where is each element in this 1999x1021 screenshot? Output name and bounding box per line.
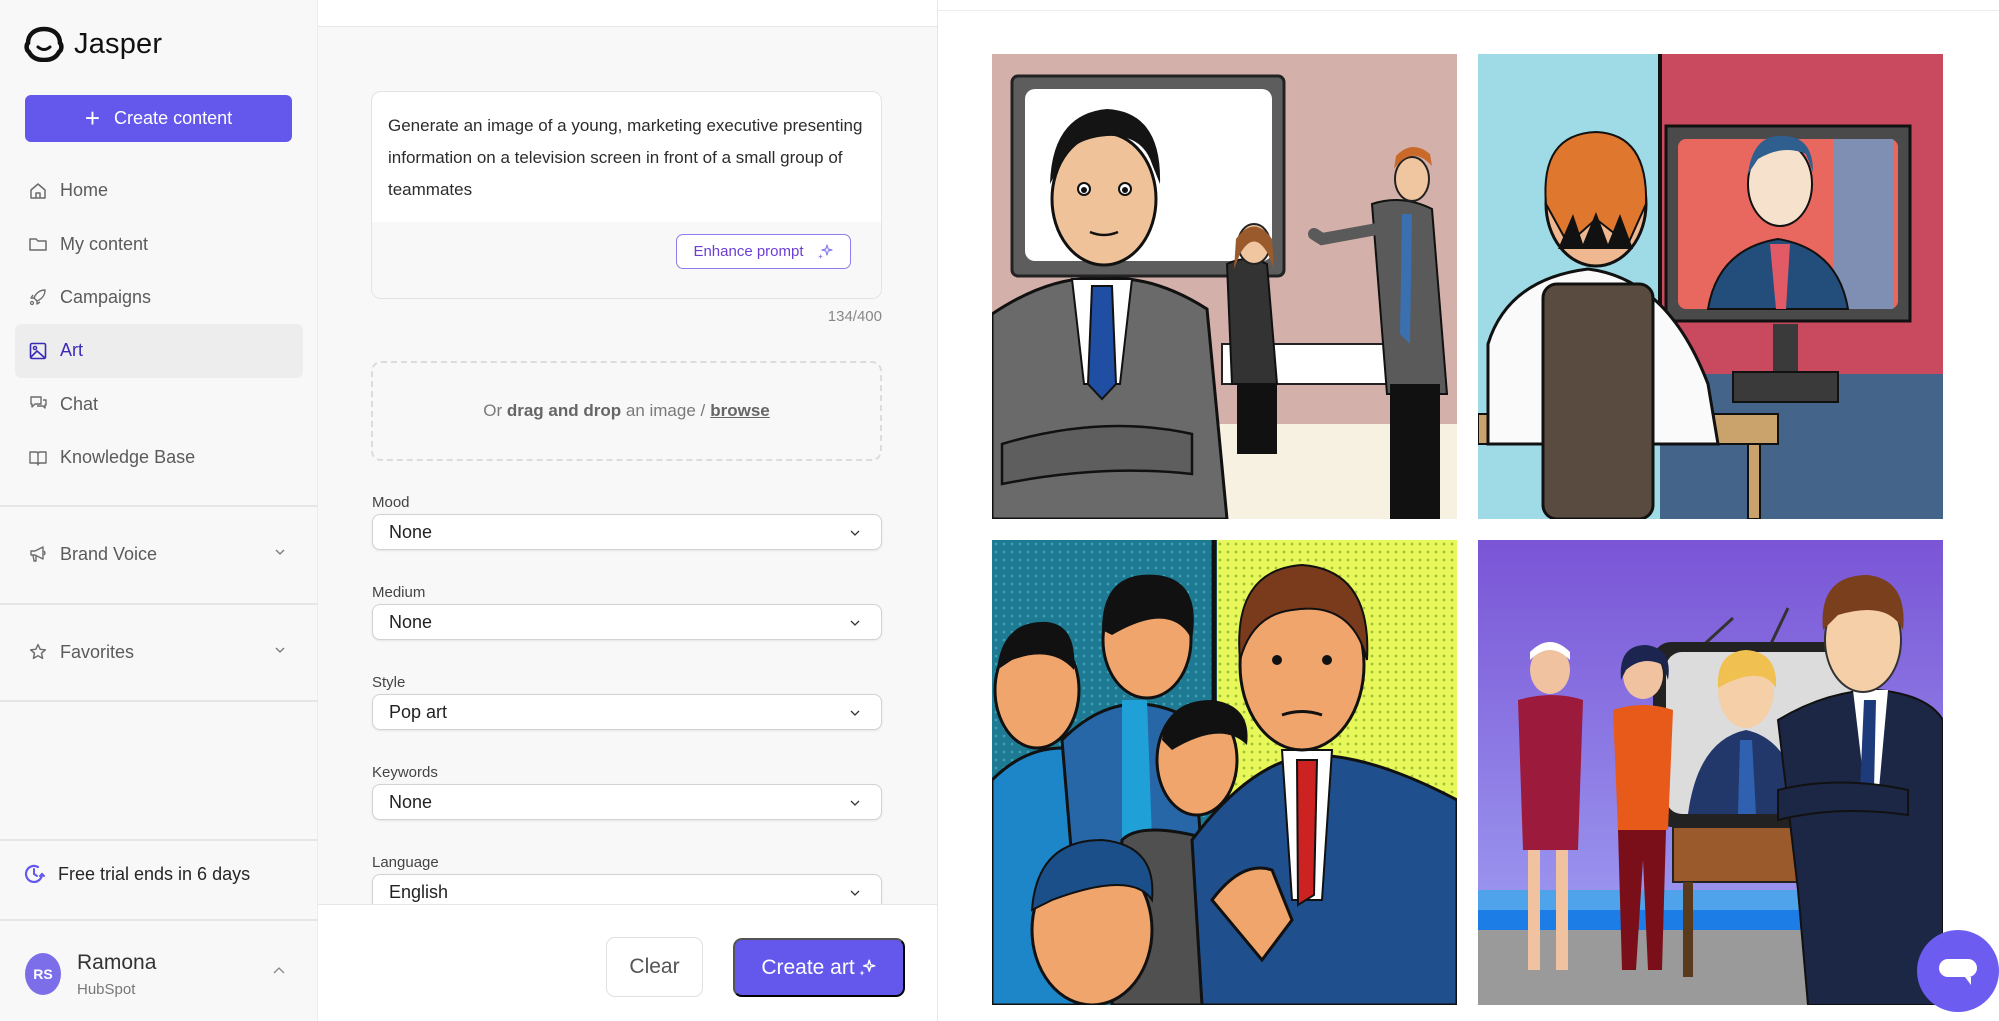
form-action-bar: Clear Create art — [318, 904, 937, 1021]
brand-voice-label: Brand Voice — [60, 543, 158, 564]
mood-select[interactable]: None — [372, 514, 882, 550]
sidebar-nav: Home My content Campaigns Art Chat Knowl… — [15, 164, 303, 484]
chat-bubble-icon — [1939, 959, 1977, 985]
medium-label: Medium — [372, 584, 426, 601]
user-menu[interactable]: RS Ramona HubSpot — [25, 951, 295, 1001]
chevron-down-icon — [275, 549, 285, 555]
generated-image-1[interactable] — [992, 54, 1457, 519]
keywords-value: None — [389, 791, 433, 812]
style-select[interactable]: Pop art — [372, 694, 882, 730]
rocket-icon — [29, 289, 46, 306]
art-results-panel — [937, 0, 1999, 1021]
star-icon — [29, 643, 47, 660]
sidebar-item-label: Campaigns — [60, 286, 152, 307]
keywords-label: Keywords — [372, 764, 438, 781]
form-header-bar — [318, 0, 937, 27]
plus-icon: + — [84, 102, 101, 133]
favorites-label: Favorites — [60, 641, 135, 662]
generated-image-4[interactable] — [1478, 540, 1943, 1005]
style-value: Pop art — [389, 701, 448, 722]
language-value: English — [389, 881, 449, 902]
chat-icon — [30, 396, 47, 409]
support-chat-button[interactable] — [1917, 930, 1999, 1012]
chevron-down-icon — [850, 710, 860, 716]
generated-image-2-illustration — [1478, 54, 1943, 519]
sidebar-item-label: Art — [60, 340, 84, 361]
create-art-button[interactable]: Create art — [733, 938, 905, 997]
art-form-panel: Generate an image of a young, marketing … — [318, 0, 937, 1021]
sidebar-section-brand-voice[interactable]: Brand Voice — [15, 529, 303, 579]
medium-value: None — [389, 611, 433, 632]
sidebar-divider — [0, 505, 318, 507]
style-label: Style — [372, 674, 406, 691]
user-name: Ramona — [77, 951, 157, 974]
browse-link[interactable]: browse — [710, 401, 770, 421]
medium-select[interactable]: None — [372, 604, 882, 640]
megaphone-icon — [30, 546, 46, 562]
dropzone-middle-text: an image / — [625, 401, 706, 420]
chevron-down-icon — [850, 800, 860, 806]
prompt-text[interactable]: Generate an image of a young, marketing … — [388, 110, 866, 206]
generated-image-2[interactable] — [1478, 54, 1943, 519]
sidebar-item-label: My content — [60, 233, 149, 254]
sidebar-item-my-content[interactable]: My content — [15, 217, 303, 270]
user-organization: HubSpot — [77, 981, 136, 998]
generated-image-4-illustration — [1478, 540, 1943, 1005]
sidebar-divider — [0, 603, 318, 605]
avatar: RS — [25, 953, 61, 995]
sidebar-item-knowledge-base[interactable]: Knowledge Base — [15, 431, 303, 484]
enhance-prompt-label: Enhance prompt — [693, 243, 804, 260]
chevron-down-icon — [850, 620, 860, 626]
generated-image-1-illustration — [992, 54, 1457, 519]
logo[interactable]: Jasper — [24, 26, 162, 62]
create-content-button[interactable]: + Create content — [25, 95, 292, 142]
folder-icon — [29, 238, 47, 251]
sidebar-item-home[interactable]: Home — [15, 164, 303, 217]
book-icon — [29, 450, 47, 466]
chevron-down-icon — [275, 647, 285, 653]
clock-refresh-icon — [24, 864, 45, 883]
clear-button[interactable]: Clear — [606, 937, 703, 997]
generated-image-3[interactable] — [992, 540, 1457, 1005]
dropzone-prefix: Or — [483, 401, 503, 420]
sidebar: Jasper + Create content Home My content … — [0, 0, 318, 1021]
sidebar-item-chat[interactable]: Chat — [15, 378, 303, 431]
sidebar-divider — [0, 919, 318, 921]
mood-label: Mood — [372, 494, 410, 511]
sidebar-item-art[interactable]: Art — [15, 324, 303, 378]
generated-image-3-illustration — [992, 540, 1457, 1005]
sidebar-item-label: Home — [60, 180, 109, 201]
image-dropzone[interactable]: Or drag and drop an image / browse — [371, 361, 882, 461]
character-count: 134/400 — [827, 308, 882, 325]
brand-name: Jasper — [74, 27, 163, 60]
chevron-down-icon — [850, 530, 860, 536]
create-content-label: Create content — [114, 108, 233, 128]
sidebar-item-campaigns[interactable]: Campaigns — [15, 271, 303, 324]
sidebar-item-label: Chat — [60, 393, 99, 414]
keywords-select[interactable]: None — [372, 784, 882, 820]
sidebar-divider — [0, 700, 318, 702]
sidebar-section-favorites[interactable]: Favorites — [15, 627, 303, 677]
free-trial-text: Free trial ends in 6 days — [58, 863, 251, 884]
mood-value: None — [389, 521, 433, 542]
sidebar-divider — [0, 839, 318, 841]
sparkle-icon — [817, 243, 833, 259]
results-header-bar — [938, 0, 1999, 11]
chevron-up-icon — [273, 967, 285, 974]
home-icon — [30, 182, 46, 199]
sidebar-item-label: Knowledge Base — [60, 447, 196, 468]
jasper-logo-icon — [24, 26, 64, 62]
language-label: Language — [372, 854, 439, 871]
chevron-down-icon — [850, 890, 860, 896]
sparkle-icon — [858, 959, 876, 976]
dropzone-bold-text: drag and drop — [506, 401, 622, 420]
free-trial-banner[interactable]: Free trial ends in 6 days — [22, 862, 250, 886]
create-art-label: Create art — [761, 955, 855, 979]
enhance-prompt-button[interactable]: Enhance prompt — [676, 234, 851, 269]
image-icon — [29, 342, 47, 360]
